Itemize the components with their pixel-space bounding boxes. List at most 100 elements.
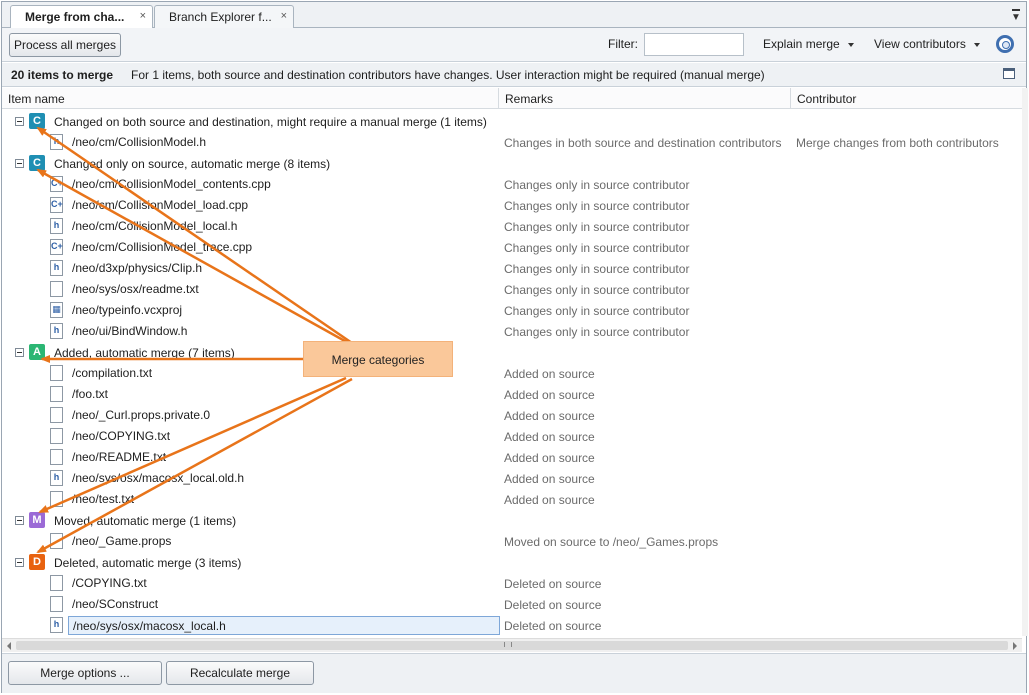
recalculate-merge-button[interactable]: Recalculate merge <box>166 661 314 685</box>
explain-merge-dropdown[interactable]: Explain merge <box>763 37 854 51</box>
file-row[interactable]: /neo/sys/osx/readme.txt Changes only in s… <box>2 279 1022 300</box>
file-row[interactable]: h/neo/sys/osx/macosx_local.old.h Added on… <box>2 468 1022 489</box>
category-badge-icon: A <box>29 344 45 360</box>
item-remark: Deleted on source <box>504 619 602 633</box>
column-header-contributor[interactable]: Contributor <box>791 88 1022 109</box>
collapse-icon[interactable] <box>15 159 24 168</box>
maximize-icon[interactable] <box>1003 68 1015 79</box>
collapse-icon[interactable] <box>15 348 24 357</box>
item-remark: Added on source <box>504 451 595 465</box>
file-row[interactable]: h/neo/d3xp/physics/Clip.h Changes only in… <box>2 258 1022 279</box>
file-row[interactable]: /compilation.txt Added on source <box>2 363 1022 384</box>
item-name: /neo/cm/CollisionModel.h <box>72 135 207 149</box>
category-row[interactable]: A Added, automatic merge (7 items) <box>2 342 1022 363</box>
header-file-icon: h <box>50 470 63 486</box>
file-row[interactable]: /foo.txt Added on source <box>2 384 1022 405</box>
column-header-remarks[interactable]: Remarks <box>499 88 791 109</box>
file-row[interactable]: /neo/_Game.props Moved on source to /neo/… <box>2 531 1022 552</box>
file-row[interactable]: h/neo/cm/CollisionModel.h Changes in both… <box>2 132 1022 153</box>
item-remark: Added on source <box>504 367 595 381</box>
file-row[interactable]: /neo/_Curl.props.private.0 Added on sourc… <box>2 405 1022 426</box>
item-name: /neo/COPYING.txt <box>72 429 171 443</box>
category-label: Moved, automatic merge (1 items) <box>54 514 237 528</box>
tab-label: Merge from cha... <box>25 10 125 24</box>
item-name: /neo/cm/CollisionModel_trace.cpp <box>72 240 253 254</box>
file-row[interactable]: /neo/test.txt Added on source <box>2 489 1022 510</box>
file-row[interactable]: /neo/COPYING.txt Added on source <box>2 426 1022 447</box>
category-row[interactable]: C Changed only on source, automatic merge… <box>2 153 1022 174</box>
item-remark: Added on source <box>504 430 595 444</box>
column-header-item-name[interactable]: Item name <box>2 88 499 109</box>
item-name: /neo/sys/osx/readme.txt <box>72 282 199 296</box>
explain-merge-label: Explain merge <box>763 37 840 51</box>
vertical-scrollbar[interactable] <box>1022 88 1028 636</box>
file-row[interactable]: C+ /neo/cm/CollisionModel_load.cpp Changes… <box>2 195 1022 216</box>
header-file-icon: h <box>50 260 63 276</box>
file-row[interactable]: h/neo/sys/osx/macosx_local.h Deleted on s… <box>2 615 1022 636</box>
cpp-file-icon: C+ <box>50 176 63 192</box>
scroll-left-icon[interactable] <box>7 642 11 650</box>
item-remark: Added on source <box>504 493 595 507</box>
tab-merge-from-changeset[interactable]: Merge from cha... × <box>10 5 153 29</box>
category-label: Changed only on source, automatic merge … <box>54 157 331 171</box>
horizontal-scrollbar[interactable] <box>2 638 1022 652</box>
item-name: /neo/ui/BindWindow.h <box>72 324 188 338</box>
tab-branch-explorer[interactable]: Branch Explorer f... × <box>154 5 294 28</box>
file-row[interactable]: h/neo/ui/BindWindow.h Changes only in sou… <box>2 321 1022 342</box>
item-contributor: Merge changes from both contributors <box>796 136 999 150</box>
category-row[interactable]: M Moved, automatic merge (1 items) <box>2 510 1022 531</box>
file-row[interactable]: C+ /neo/cm/CollisionModel_trace.cpp Change… <box>2 237 1022 258</box>
text-file-icon <box>50 533 63 549</box>
table-header: Item name Remarks Contributor <box>2 88 1022 109</box>
item-name: /neo/README.txt <box>72 450 167 464</box>
close-icon[interactable]: × <box>281 10 287 22</box>
header-file-icon: h <box>50 323 63 339</box>
text-file-icon <box>50 491 63 507</box>
item-name: /neo/cm/CollisionModel_load.cpp <box>72 198 249 212</box>
file-row[interactable]: h/neo/cm/CollisionModel_local.h Changes o… <box>2 216 1022 237</box>
category-badge-icon: C <box>29 155 45 171</box>
category-label: Changed on both source and destination, … <box>54 115 487 129</box>
help-lifebuoy-icon[interactable] <box>996 35 1014 53</box>
file-row[interactable]: ▦ /neo/typeinfo.vcxproj Changes only in so… <box>2 300 1022 321</box>
collapse-icon[interactable] <box>15 117 24 126</box>
text-file-icon <box>50 596 63 612</box>
category-row[interactable]: C Changed on both source and destination,… <box>2 111 1022 132</box>
item-name: /neo/d3xp/physics/Clip.h <box>72 261 203 275</box>
file-row[interactable]: /neo/README.txt Added on source <box>2 447 1022 468</box>
item-name: /neo/test.txt <box>72 492 135 506</box>
file-row[interactable]: /neo/SConstruct Deleted on source <box>2 594 1022 615</box>
item-name: /neo/_Curl.props.private.0 <box>72 408 211 422</box>
category-label: Added, automatic merge (7 items) <box>54 346 235 360</box>
item-remark: Added on source <box>504 409 595 423</box>
merge-window: Merge from cha... × Branch Explorer f...… <box>1 1 1028 693</box>
cpp-file-icon: C+ <box>50 197 63 213</box>
item-remark: Changes only in source contributor <box>504 220 690 234</box>
category-badge-icon: C <box>29 113 45 129</box>
tab-list-menu-icon[interactable]: ▼ <box>1010 7 1022 23</box>
scrollbar-thumb[interactable] <box>16 641 1008 650</box>
filter-input[interactable] <box>644 33 744 56</box>
collapse-icon[interactable] <box>15 558 24 567</box>
merge-options-button[interactable]: Merge options ... <box>8 661 162 685</box>
file-row[interactable]: /COPYING.txt Deleted on source <box>2 573 1022 594</box>
item-remark: Changes only in source contributor <box>504 262 690 276</box>
collapse-icon[interactable] <box>15 516 24 525</box>
category-row[interactable]: D Deleted, automatic merge (3 items) <box>2 552 1022 573</box>
item-remark: Deleted on source <box>504 577 602 591</box>
filter-label: Filter: <box>608 37 638 51</box>
view-contributors-dropdown[interactable]: View contributors <box>874 37 980 51</box>
view-contributors-label: View contributors <box>874 37 966 51</box>
scrollbar-grip-icon <box>504 642 512 647</box>
close-icon[interactable]: × <box>140 10 146 22</box>
file-row[interactable]: C+ /neo/cm/CollisionModel_contents.cpp Cha… <box>2 174 1022 195</box>
item-remark: Moved on source to /neo/_Games.props <box>504 535 719 549</box>
tab-bar: Merge from cha... × Branch Explorer f...… <box>2 2 1026 29</box>
item-name: /neo/_Game.props <box>72 534 172 548</box>
text-file-icon <box>50 386 63 402</box>
item-remark: Changes only in source contributor <box>504 325 690 339</box>
item-name: /neo/SConstruct <box>72 597 159 611</box>
process-all-merges-button[interactable]: Process all merges <box>9 33 121 57</box>
item-name: /neo/cm/CollisionModel_local.h <box>72 219 238 233</box>
scroll-right-icon[interactable] <box>1013 642 1017 650</box>
